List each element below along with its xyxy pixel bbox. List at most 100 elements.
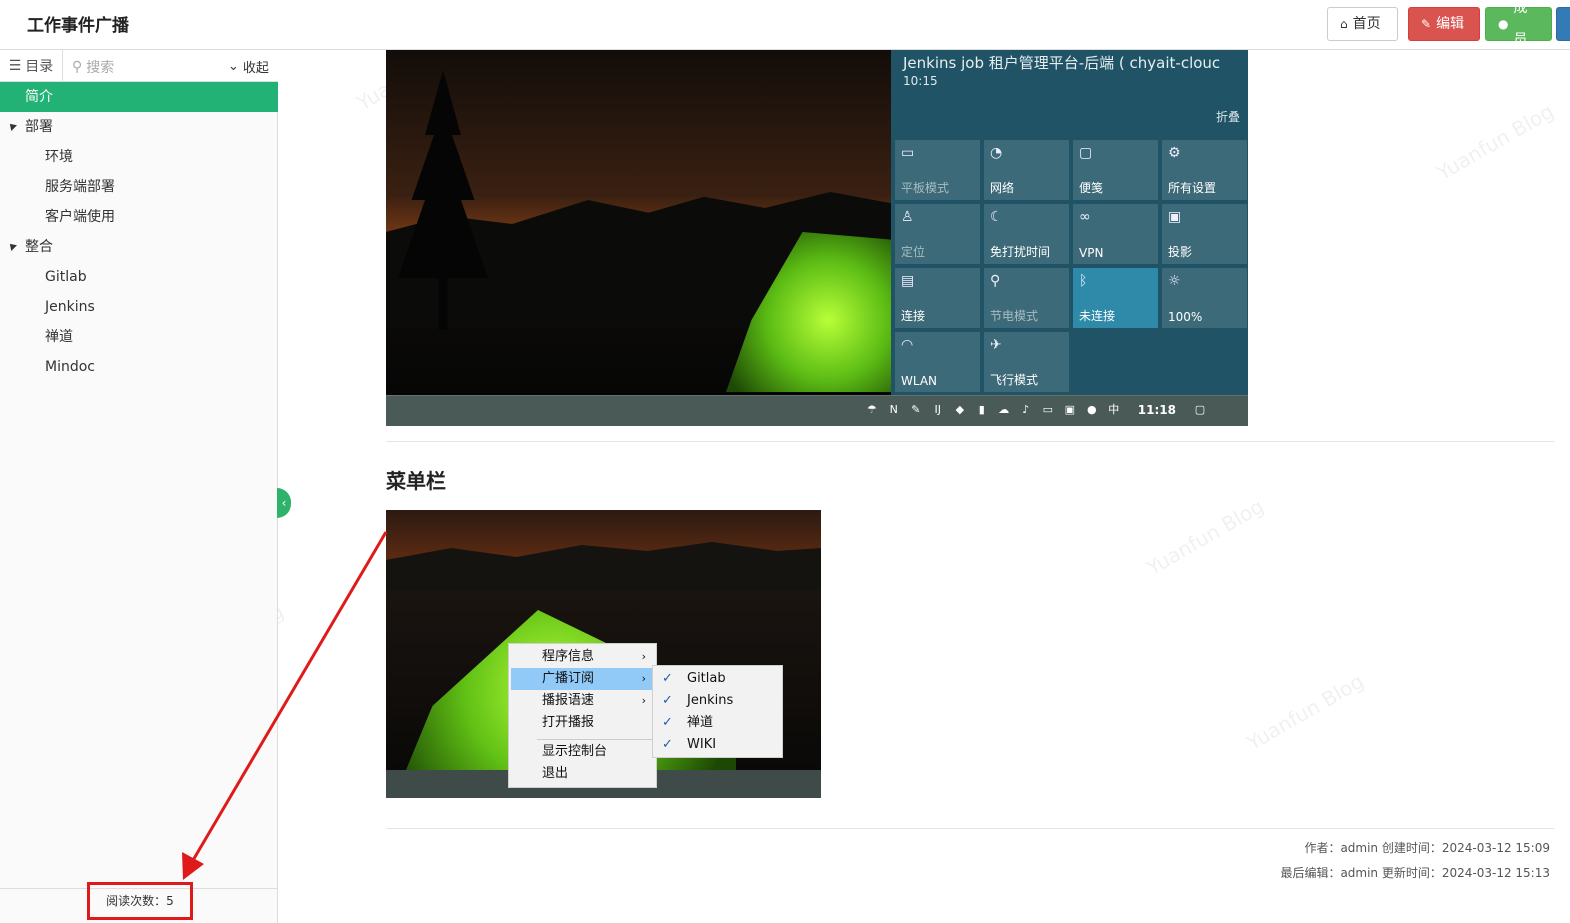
- menu-item-label: 程序信息: [542, 649, 595, 664]
- toc-item-label: 部署: [25, 119, 53, 135]
- toc-label: 目录: [25, 59, 54, 75]
- submenu-item-zentao[interactable]: ✓ 禅道: [655, 712, 782, 734]
- location-icon: ♙: [901, 209, 914, 225]
- quick-action-tile[interactable]: ▤ 连接: [895, 268, 980, 328]
- quick-action-tile[interactable]: ⚙ 所有设置: [1162, 140, 1247, 200]
- toc-item-jenkins[interactable]: Jenkins: [0, 292, 278, 322]
- search-input[interactable]: ⚲ 搜索: [72, 57, 114, 77]
- menu-item-open-broadcast[interactable]: 打开播报: [511, 712, 654, 734]
- note-icon: ▢: [1079, 145, 1093, 161]
- quick-action-tile[interactable]: ◠ WLAN: [895, 332, 980, 392]
- tray-icon: ☂: [866, 403, 877, 416]
- quick-action-tile[interactable]: ▭ 平板模式: [895, 140, 980, 200]
- chevron-right-icon: ›: [641, 650, 646, 663]
- gear-icon: ⚙: [1168, 145, 1181, 161]
- notion-icon: N: [889, 403, 898, 416]
- submenu-item-gitlab[interactable]: ✓ Gitlab: [655, 668, 782, 690]
- expand-triangle-icon[interactable]: [7, 241, 17, 251]
- divider: [386, 441, 1554, 442]
- menu-item-label: 广播订阅: [542, 671, 595, 686]
- tray-context-menu: 程序信息 › 广播订阅 › 播报语速 › 打开播报 显示控制台 退出: [508, 643, 657, 788]
- quick-action-tile[interactable]: ♙ 定位: [895, 204, 980, 264]
- quick-action-label: 投影: [1168, 245, 1193, 259]
- chevron-right-icon: ›: [641, 694, 646, 707]
- toc-item-gitlab[interactable]: Gitlab: [0, 262, 278, 292]
- battery-saver-icon: ⚲: [990, 273, 1001, 289]
- submenu-item-wiki[interactable]: ✓ WIKI: [655, 734, 782, 756]
- editor-meta: 最后编辑：admin 更新时间：2024-03-12 15:13: [1280, 866, 1550, 880]
- menu-item-speech-rate[interactable]: 播报语速 ›: [511, 690, 654, 712]
- page-title: 工作事件广播: [27, 16, 129, 36]
- wallpaper-image: [386, 50, 896, 395]
- edit-button[interactable]: ✎ 编辑: [1408, 7, 1480, 41]
- quick-action-label: VPN: [1079, 246, 1104, 260]
- member-button-label: 成员: [1513, 0, 1528, 48]
- submenu-item-label: Gitlab: [687, 671, 726, 686]
- quick-action-tile[interactable]: ✈ 飞行模式: [984, 332, 1069, 392]
- menu-separator: [537, 739, 653, 740]
- search-placeholder: 搜索: [86, 60, 115, 76]
- toc-item-zentao[interactable]: 禅道: [0, 322, 278, 352]
- quick-action-label: 免打扰时间: [990, 245, 1051, 259]
- chevron-right-icon: ›: [641, 672, 646, 685]
- display-icon: ▣: [1064, 403, 1075, 416]
- quick-action-tile[interactable]: ∞ VPN: [1073, 204, 1158, 264]
- submenu-item-jenkins[interactable]: ✓ Jenkins: [655, 690, 782, 712]
- quick-action-tile[interactable]: ◔ 网络: [984, 140, 1069, 200]
- quick-action-tile[interactable]: ▣ 投影: [1162, 204, 1247, 264]
- wifi-icon: ◠: [901, 337, 914, 353]
- vpn-icon: ∞: [1079, 209, 1091, 225]
- quick-action-tile[interactable]: ▢ 便笺: [1073, 140, 1158, 200]
- toc-item-deploy[interactable]: 部署: [0, 112, 278, 142]
- ime-indicator: 中: [1108, 403, 1120, 416]
- quick-action-tile[interactable]: ☼ 100%: [1162, 268, 1247, 328]
- project-icon: ▣: [1168, 209, 1182, 225]
- quick-action-tile[interactable]: ☾ 免打扰时间: [984, 204, 1069, 264]
- bluetooth-icon: ᛒ: [1079, 273, 1088, 289]
- quick-action-label: 所有设置: [1168, 181, 1217, 195]
- toc-tree: 简介 部署 环境 服务端部署 客户端使用 整合 Gitlab Jenkins 禅…: [0, 82, 278, 382]
- intellij-icon: IJ: [934, 403, 942, 416]
- quick-action-tile[interactable]: ᛒ 未连接: [1073, 268, 1158, 328]
- menu-item-show-console[interactable]: 显示控制台: [511, 741, 654, 763]
- home-icon: ⌂: [1340, 17, 1348, 31]
- collapse-button[interactable]: ⌄ 收起: [228, 57, 269, 76]
- usb-icon: ▮: [978, 403, 985, 416]
- member-button[interactable]: ● 成员: [1485, 0, 1552, 48]
- fold-link: 折叠: [1215, 110, 1240, 124]
- menu-item-exit[interactable]: 退出: [511, 763, 654, 785]
- toc-item-intro[interactable]: 简介: [0, 82, 278, 112]
- sidebar: ☰ 目录 ⚲ 搜索 ⌄ 收起 简介 部署 环境 服务端部署 客户端使用 整合 G…: [0, 50, 278, 923]
- toc-item-mindoc[interactable]: Mindoc: [0, 352, 278, 382]
- home-button[interactable]: ⌂ 首页: [1327, 7, 1398, 41]
- toc-item-server-deploy[interactable]: 服务端部署: [0, 172, 278, 202]
- action-center-panel: Jenkins job 租户管理平台-后端 ( chyait-clouc 10:…: [891, 50, 1248, 395]
- mountain-shape: [386, 542, 821, 590]
- search-icon: ⚲: [72, 59, 83, 75]
- toc-item-integration[interactable]: 整合: [0, 232, 278, 262]
- menu-item-label: 播报语速: [542, 693, 595, 708]
- collapse-label: 收起: [242, 61, 269, 76]
- check-icon: ✓: [662, 715, 673, 730]
- toc-item-env[interactable]: 环境: [0, 142, 278, 172]
- quick-action-label: 网络: [990, 181, 1015, 195]
- quick-action-tile[interactable]: ⚲ 节电模式: [984, 268, 1069, 328]
- tablet-icon: ▭: [901, 145, 915, 161]
- edit-button-label: 编辑: [1436, 16, 1465, 32]
- chevron-down-icon: ⌄: [228, 59, 239, 74]
- quick-action-label: 定位: [901, 245, 926, 259]
- quick-action-label: 平板模式: [901, 181, 950, 195]
- quick-action-label: 节电模式: [990, 309, 1039, 323]
- toc-item-client-usage[interactable]: 客户端使用: [0, 202, 278, 232]
- toc-button[interactable]: ☰ 目录: [0, 50, 63, 82]
- menu-item-broadcast-subscribe[interactable]: 广播订阅 ›: [511, 668, 654, 690]
- divider: [386, 828, 1554, 829]
- quick-action-label: 未连接: [1079, 309, 1116, 323]
- watermark: Yuanfun Blog: [1142, 493, 1268, 581]
- toc-item-label: 客户端使用: [45, 209, 115, 225]
- more-button[interactable]: [1556, 7, 1570, 41]
- sidebar-toggle-button[interactable]: ‹: [277, 488, 291, 518]
- battery-icon: ▭: [1042, 403, 1053, 416]
- expand-triangle-icon[interactable]: [7, 121, 17, 131]
- menu-item-program-info[interactable]: 程序信息 ›: [511, 646, 654, 668]
